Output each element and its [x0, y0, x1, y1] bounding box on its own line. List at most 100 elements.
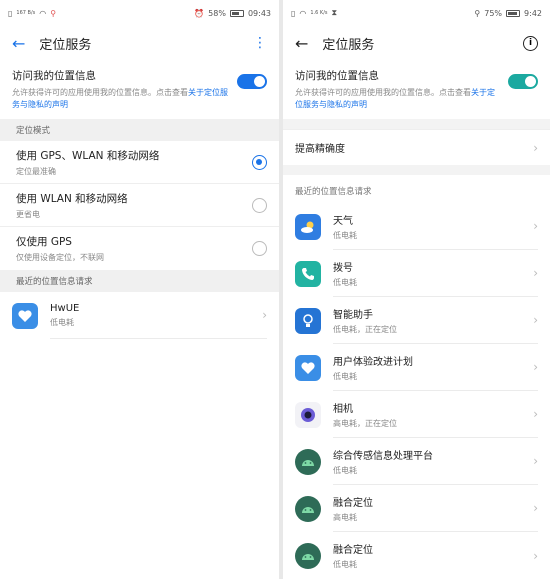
page-title: 定位服务 [39, 37, 92, 53]
radio-unselected[interactable] [252, 241, 267, 256]
status-bar: ▯ ◠ 1.6 K/s ⧗ ⚲ 75% 9:42 [283, 0, 550, 26]
improve-accuracy-label: 提高精确度 [295, 144, 345, 155]
app-row-fused-location-high[interactable]: 融合定位 高电耗 › [283, 485, 550, 532]
battery-icon [229, 9, 244, 17]
network-speed: 167 B/s [16, 9, 36, 16]
chevron-right-icon: › [533, 360, 538, 374]
radio-selected[interactable] [252, 154, 267, 170]
bulb-icon [295, 307, 321, 334]
chevron-right-icon: › [533, 548, 538, 563]
app-power-usage: 低电耗 [50, 317, 74, 327]
clock: 09:43 [247, 8, 271, 18]
location-access-desc: 允许获得许可的应用使用我的位置信息。点击查看 [295, 88, 471, 97]
more-options-icon[interactable]: ⋮ [253, 35, 267, 51]
hwue-icon [12, 302, 38, 329]
android-icon [295, 448, 321, 475]
location-mode-header: 定位模式 [0, 119, 279, 141]
chevron-right-icon: › [533, 266, 538, 280]
location-access-desc: 允许获得许可的应用使用我的位置信息。点击查看 [12, 88, 188, 97]
chevron-right-icon: › [533, 219, 538, 233]
section-spacer [283, 119, 550, 129]
location-icon: ⚲ [50, 8, 57, 18]
app-power-usage: 高电耗 [333, 512, 357, 522]
app-row-dialer[interactable]: 拨号 低电耗 › [283, 250, 550, 297]
camera-icon [295, 401, 321, 428]
app-name: 综合传感信息处理平台 [333, 450, 433, 462]
sim-icon: ▯ [291, 8, 296, 18]
app-power-usage: 低电耗，正在定位 [333, 324, 397, 334]
app-name: 拨号 [333, 262, 353, 274]
app-name: 天气 [333, 215, 353, 227]
app-power-usage: 低电耗 [333, 230, 357, 240]
hwue-icon [295, 354, 321, 381]
app-power-usage: 高电耗，正在定位 [333, 418, 397, 428]
chevron-right-icon: › [533, 501, 538, 515]
mode-option-gps-wlan-mobile[interactable]: 使用 GPS、WLAN 和移动网络 定位最准确 [0, 141, 279, 184]
chevron-right-icon: › [533, 407, 538, 421]
app-bar: ← 定位服务 ⋮ [0, 26, 279, 60]
app-name: 用户体验改进计划 [333, 356, 413, 368]
mode-option-wlan-mobile[interactable]: 使用 WLAN 和移动网络 更省电 [0, 184, 279, 227]
android-icon [295, 495, 321, 522]
mode-title: 使用 GPS、WLAN 和移动网络 [16, 149, 160, 162]
page-title: 定位服务 [322, 37, 375, 53]
app-bar: ← 定位服务 i [283, 26, 550, 60]
network-speed: 1.6 K/s [310, 9, 328, 16]
improve-accuracy-row[interactable]: 提高精确度 › [283, 129, 550, 165]
wifi-icon: ◠ [299, 8, 307, 18]
radio-unselected[interactable] [252, 197, 267, 213]
chevron-right-icon: › [533, 140, 538, 155]
app-row-ux-program[interactable]: 用户体验改进计划 低电耗 › [283, 344, 550, 391]
app-row-fused-location-low[interactable]: 融合定位 低电耗 › [283, 532, 550, 579]
left-screen: ▯ 167 B/s ◠ ⚲ ⏰ 58% 09:43 ← 定位服务 ⋮ 访问我的位… [0, 0, 279, 579]
app-row-camera[interactable]: 相机 高电耗，正在定位 › [283, 391, 550, 438]
phone-icon [295, 260, 321, 287]
app-row-weather[interactable]: 天气 低电耗 › [283, 203, 550, 250]
chevron-right-icon: › [262, 308, 267, 322]
app-power-usage: 低电耗 [333, 560, 357, 569]
hourglass-icon: ⧗ [331, 8, 338, 17]
right-screen: ▯ ◠ 1.6 K/s ⧗ ⚲ 75% 9:42 ← 定位服务 i 访问我的位置… [283, 0, 550, 579]
battery-icon [506, 9, 521, 17]
battery-percent: 58% [208, 8, 226, 18]
android-icon [295, 542, 321, 569]
app-power-usage: 低电耗 [333, 465, 357, 475]
app-power-usage: 低电耗 [333, 277, 357, 287]
back-arrow-icon[interactable]: ← [12, 34, 25, 53]
mode-subtitle: 定位最准确 [16, 166, 56, 176]
section-spacer [283, 165, 550, 175]
recent-requests-header: 最近的位置信息请求 [0, 270, 279, 292]
app-row-hwue[interactable]: HwUE 低电耗 › [0, 292, 279, 339]
mode-title: 仅使用 GPS [16, 236, 72, 248]
status-bar: ▯ 167 B/s ◠ ⚲ ⏰ 58% 09:43 [0, 0, 279, 26]
app-power-usage: 低电耗 [333, 371, 357, 381]
mode-option-gps-only[interactable]: 仅使用 GPS 仅使用设备定位，不联网 [0, 227, 279, 270]
back-arrow-icon[interactable]: ← [295, 34, 308, 53]
app-name: 融合定位 [333, 497, 373, 509]
info-icon[interactable]: i [523, 35, 538, 51]
weather-icon [295, 213, 321, 240]
app-name: 相机 [333, 403, 353, 415]
app-row-smart-assistant[interactable]: 智能助手 低电耗，正在定位 › [283, 297, 550, 344]
chevron-right-icon: › [533, 313, 538, 327]
location-access-toggle[interactable] [237, 74, 267, 89]
sim-icon: ▯ [8, 8, 13, 18]
app-name: 融合定位 [333, 545, 373, 556]
location-access-toggle[interactable] [508, 74, 538, 89]
recent-requests-header: 最近的位置信息请求 [295, 187, 372, 197]
mode-subtitle: 仅使用设备定位，不联网 [16, 253, 104, 262]
wifi-icon: ◠ [39, 8, 47, 18]
mode-subtitle: 更省电 [16, 209, 40, 219]
chevron-right-icon: › [533, 454, 538, 468]
location-icon: ⚲ [474, 8, 481, 18]
mode-title: 使用 WLAN 和移动网络 [16, 192, 128, 205]
app-row-sensor-platform[interactable]: 综合传感信息处理平台 低电耗 › [283, 438, 550, 485]
app-name: HwUE [50, 302, 80, 314]
clock: 9:42 [524, 8, 542, 18]
alarm-icon: ⏰ [194, 8, 205, 18]
location-access-row[interactable]: 访问我的位置信息 允许获得许可的应用使用我的位置信息。点击查看关于定位服务与隐私… [0, 60, 279, 119]
location-access-row[interactable]: 访问我的位置信息 允许获得许可的应用使用我的位置信息。点击查看关于定位服务与隐私… [283, 60, 550, 119]
location-access-title: 访问我的位置信息 [295, 70, 379, 82]
app-name: 智能助手 [333, 309, 373, 321]
location-access-title: 访问我的位置信息 [12, 70, 96, 82]
